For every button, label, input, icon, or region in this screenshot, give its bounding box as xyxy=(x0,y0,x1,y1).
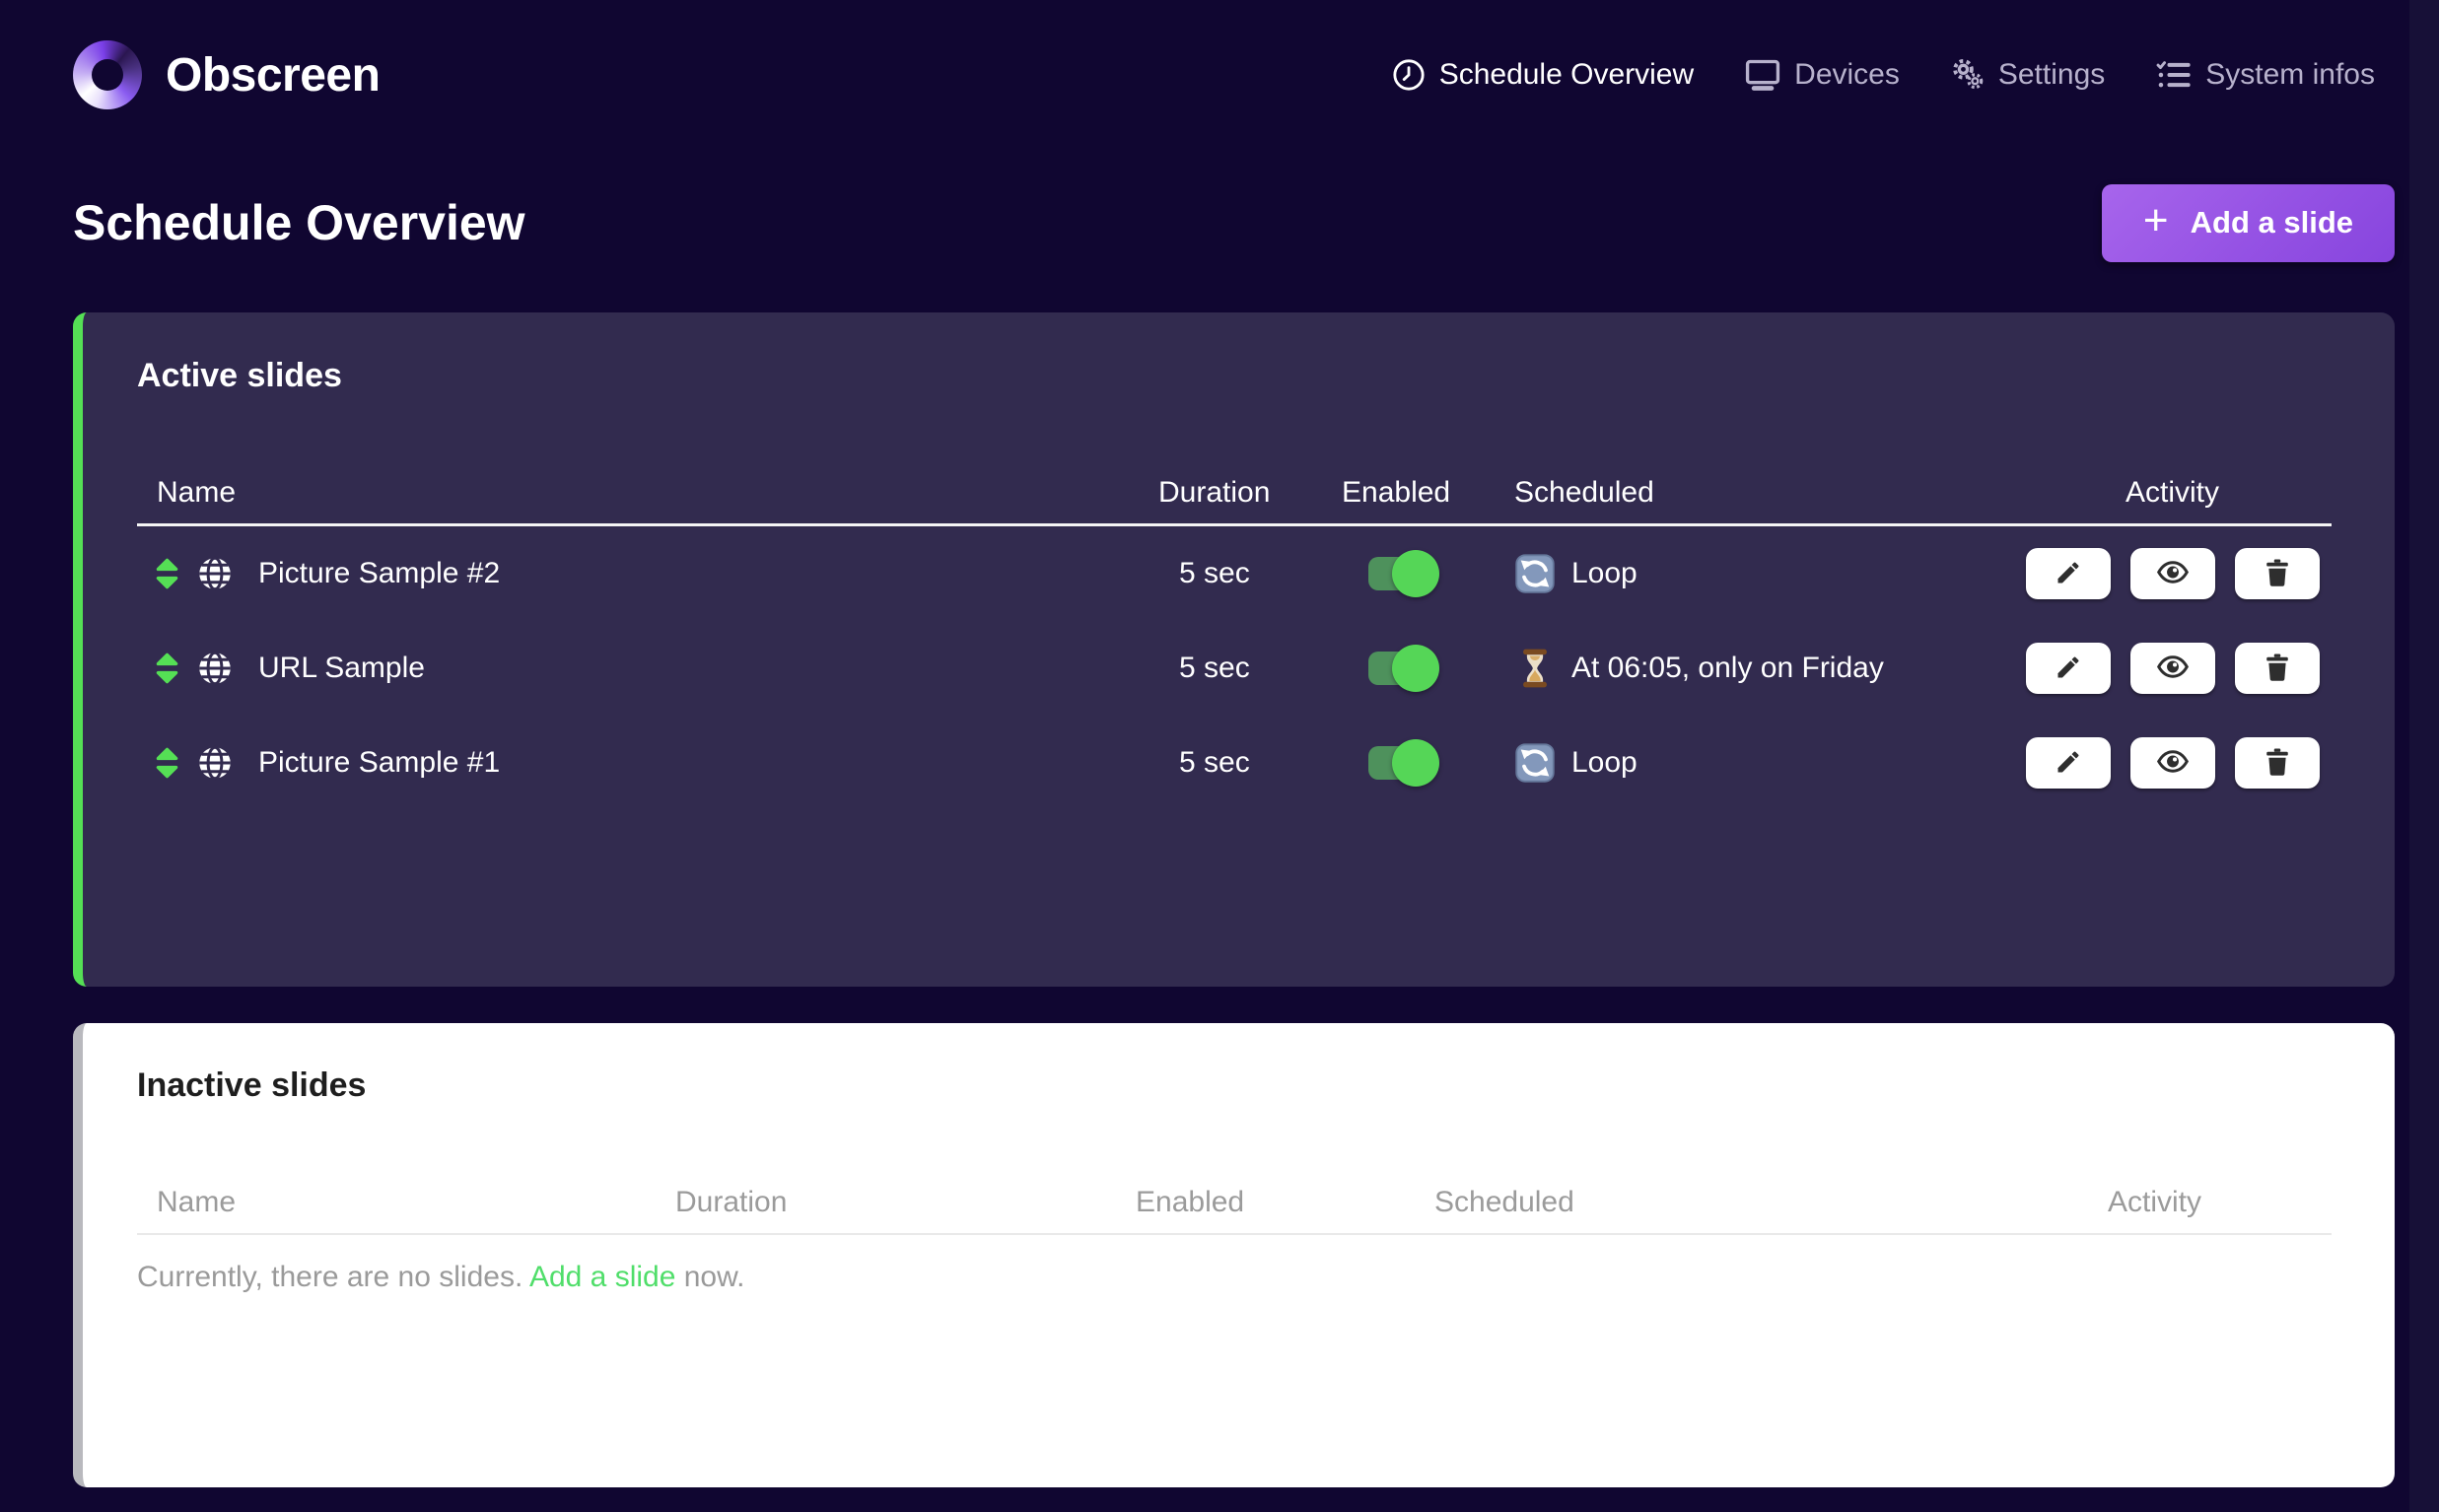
checklist-icon xyxy=(2156,59,2192,91)
nav-label: Schedule Overview xyxy=(1439,58,1694,92)
nav-item-schedule-overview[interactable]: Schedule Overview xyxy=(1392,58,1694,92)
brand: Obscreen xyxy=(73,40,380,109)
slide-name: URL Sample xyxy=(258,652,425,685)
column-header-activity: Activity xyxy=(2108,1186,2332,1233)
trash-icon xyxy=(2265,559,2289,589)
eye-icon xyxy=(2157,655,2189,681)
slide-name: Picture Sample #2 xyxy=(258,557,500,590)
loop-icon xyxy=(1514,743,1556,783)
delete-button[interactable] xyxy=(2235,548,2320,599)
page-root: Obscreen Schedule Overview xyxy=(0,0,2439,1487)
edit-button[interactable] xyxy=(2026,737,2111,789)
plus-icon: + xyxy=(2143,199,2169,242)
active-table-header: Name Duration Enabled Scheduled Activity xyxy=(137,450,2332,526)
slide-duration: 5 sec xyxy=(1158,557,1342,590)
delete-button[interactable] xyxy=(2235,643,2320,694)
preview-button[interactable] xyxy=(2130,548,2215,599)
column-header-scheduled: Scheduled xyxy=(1514,476,2013,523)
column-header-name: Name xyxy=(137,1186,675,1233)
column-header-scheduled: Scheduled xyxy=(1434,1186,2108,1233)
hourglass-icon xyxy=(1514,649,1556,688)
column-header-name: Name xyxy=(137,476,1158,523)
column-header-enabled: Enabled xyxy=(1342,476,1514,523)
inactive-slides-title: Inactive slides xyxy=(137,1066,2332,1105)
nav-item-system-infos[interactable]: System infos xyxy=(2156,58,2375,92)
eye-icon xyxy=(2157,750,2189,776)
enabled-toggle[interactable] xyxy=(1368,557,1431,590)
active-slides-panel: Active slides Name Duration Enabled Sche… xyxy=(73,312,2395,987)
schedule-label: At 06:05, only on Friday xyxy=(1571,652,1884,685)
inactive-slides-panel: Inactive slides Name Duration Enabled Sc… xyxy=(73,1023,2395,1487)
scrollbar-track[interactable] xyxy=(2409,0,2439,1512)
nav-item-settings[interactable]: Settings xyxy=(1951,58,2105,92)
edit-button[interactable] xyxy=(2026,548,2111,599)
table-row: URL Sample 5 sec xyxy=(137,621,2332,716)
add-a-slide-button[interactable]: + Add a slide xyxy=(2102,184,2395,262)
add-a-slide-label: Add a slide xyxy=(2191,205,2353,241)
nav-item-devices[interactable]: Devices xyxy=(1745,58,1900,92)
schedule-label: Loop xyxy=(1571,557,1638,590)
slide-duration: 5 sec xyxy=(1158,746,1342,780)
gears-icon xyxy=(1951,58,1985,92)
inactive-table-header: Name Duration Enabled Scheduled Activity xyxy=(137,1160,2332,1235)
table-row: Picture Sample #2 5 sec xyxy=(137,526,2332,621)
active-slides-table: Name Duration Enabled Scheduled Activity xyxy=(137,450,2332,810)
pencil-icon xyxy=(2055,748,2082,779)
preview-button[interactable] xyxy=(2130,643,2215,694)
inactive-slides-table: Name Duration Enabled Scheduled Activity… xyxy=(137,1160,2332,1294)
column-header-duration: Duration xyxy=(1158,476,1342,523)
app-header: Obscreen Schedule Overview xyxy=(73,0,2395,110)
globe-icon xyxy=(197,556,233,591)
sort-arrows-icon[interactable] xyxy=(155,652,179,685)
clock-icon xyxy=(1392,58,1426,92)
brand-name: Obscreen xyxy=(166,48,380,103)
slide-name: Picture Sample #1 xyxy=(258,746,500,780)
column-header-enabled: Enabled xyxy=(1136,1186,1434,1233)
column-header-activity: Activity xyxy=(2013,476,2332,523)
add-a-slide-link[interactable]: Add a slide xyxy=(529,1261,675,1293)
globe-icon xyxy=(197,745,233,781)
nav-label: System infos xyxy=(2205,58,2375,92)
empty-state-text: Currently, there are no slides. xyxy=(137,1261,529,1293)
page-title: Schedule Overview xyxy=(73,194,525,251)
title-row: Schedule Overview + Add a slide xyxy=(73,183,2395,262)
monitor-icon xyxy=(1745,58,1780,92)
sort-arrows-icon[interactable] xyxy=(155,746,179,780)
enabled-toggle[interactable] xyxy=(1368,746,1431,780)
sort-arrows-icon[interactable] xyxy=(155,557,179,590)
empty-state-text: now. xyxy=(675,1261,744,1293)
schedule-label: Loop xyxy=(1571,746,1638,780)
globe-icon xyxy=(197,651,233,686)
obscreen-logo-icon xyxy=(73,40,142,109)
enabled-toggle[interactable] xyxy=(1368,652,1431,685)
main-nav: Schedule Overview Devices xyxy=(1392,58,2375,92)
trash-icon xyxy=(2265,748,2289,779)
pencil-icon xyxy=(2055,653,2082,684)
edit-button[interactable] xyxy=(2026,643,2111,694)
slide-duration: 5 sec xyxy=(1158,652,1342,685)
column-header-duration: Duration xyxy=(675,1186,1136,1233)
nav-label: Devices xyxy=(1794,58,1900,92)
delete-button[interactable] xyxy=(2235,737,2320,789)
active-slides-title: Active slides xyxy=(137,357,2332,395)
pencil-icon xyxy=(2055,559,2082,589)
preview-button[interactable] xyxy=(2130,737,2215,789)
table-row: Picture Sample #1 5 sec xyxy=(137,716,2332,810)
eye-icon xyxy=(2157,561,2189,586)
loop-icon xyxy=(1514,554,1556,593)
nav-label: Settings xyxy=(1998,58,2105,92)
trash-icon xyxy=(2265,653,2289,684)
empty-state: Currently, there are no slides. Add a sl… xyxy=(137,1235,2332,1294)
